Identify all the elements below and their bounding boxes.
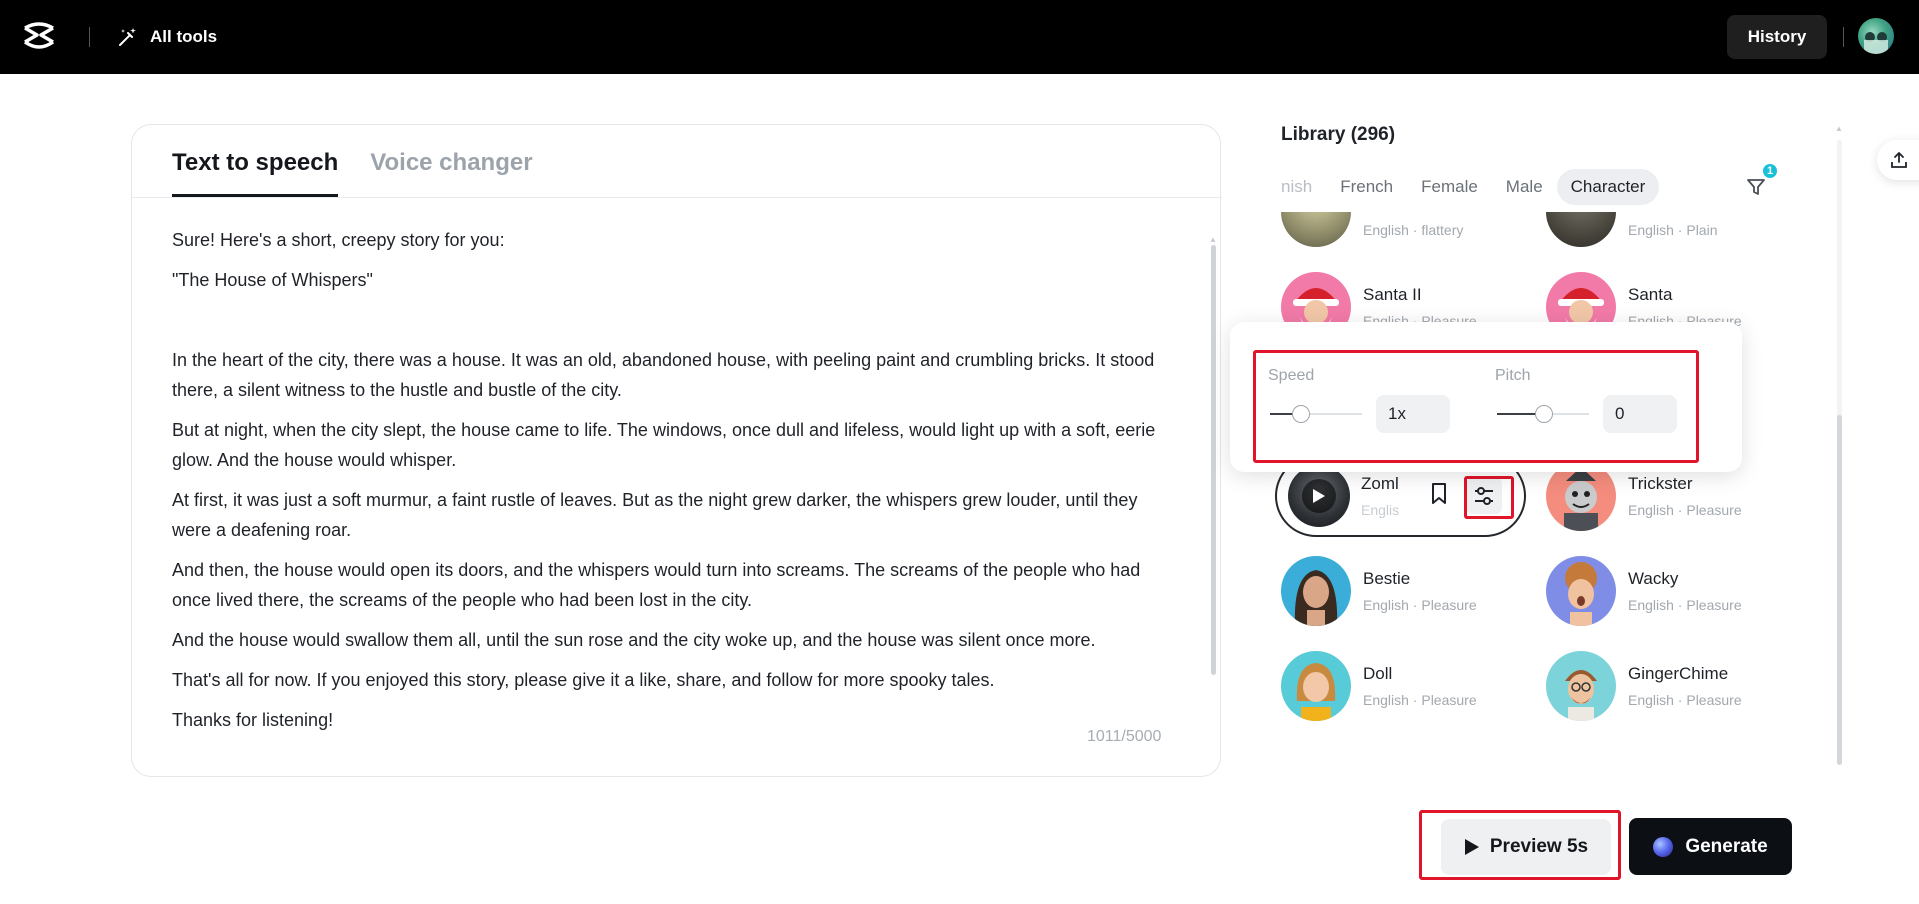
text-paragraph-blank — [172, 305, 1172, 335]
voice-card-wacky[interactable]: Wacky English · Pleasure — [1546, 556, 1742, 626]
voice-name: Trickster — [1628, 473, 1693, 493]
voice-avatar — [1281, 212, 1351, 247]
voice-meta: English · Pleasure — [1363, 691, 1477, 708]
filter-chip-spanish[interactable]: nish — [1281, 169, 1326, 205]
voice-filter-chips: nish French Female Male Character — [1281, 168, 1741, 206]
voice-name: Doll — [1363, 663, 1393, 683]
magic-wand-icon — [119, 28, 136, 46]
text-paragraph: But at night, when the city slept, the h… — [172, 420, 1156, 470]
voice-avatar — [1546, 651, 1616, 721]
voice-card-bestie[interactable]: Bestie English · Pleasure — [1281, 556, 1477, 626]
library-scrollbar-thumb[interactable] — [1837, 415, 1842, 765]
history-button[interactable]: History — [1727, 15, 1827, 59]
scrollbar-thumb[interactable] — [1211, 245, 1216, 675]
library-scroll-up-icon[interactable]: ▲ — [1835, 124, 1843, 133]
filter-chip-female[interactable]: Female — [1407, 169, 1492, 205]
voice-avatar — [1281, 556, 1351, 626]
library-title: Library (296) — [1281, 124, 1396, 145]
text-paragraph: "The House of Whispers" — [172, 270, 373, 290]
play-icon — [1313, 489, 1325, 503]
top-bar: All tools History — [0, 0, 1919, 74]
voice-avatar — [1288, 465, 1350, 527]
filter-funnel-icon[interactable] — [1745, 176, 1767, 198]
highlight-speed-pitch — [1253, 350, 1699, 463]
voice-card-gingerchime[interactable]: GingerChime English · Pleasure — [1546, 651, 1742, 721]
scroll-up-icon[interactable]: ▲ — [1209, 235, 1217, 244]
filter-count-badge: 1 — [1761, 162, 1779, 180]
voice-name: GingerChime — [1628, 663, 1729, 683]
side-upload-button[interactable] — [1877, 140, 1919, 180]
script-textarea[interactable]: Sure! Here's a short, creepy story for y… — [172, 225, 1172, 733]
text-paragraph: In the heart of the city, there was a ho… — [172, 350, 1155, 400]
filter-chip-male[interactable]: Male — [1492, 169, 1557, 205]
voice-name: Bestie — [1363, 568, 1411, 588]
editor-scrollbar[interactable]: ▲ — [1209, 235, 1217, 735]
filter-chip-french[interactable]: French — [1326, 169, 1407, 205]
user-avatar[interactable] — [1858, 18, 1894, 54]
topbar-divider — [89, 27, 90, 47]
all-tools-label: All tools — [150, 27, 218, 46]
voice-name: Zoml — [1361, 474, 1399, 493]
voice-card[interactable]: English · flattery — [1281, 212, 1463, 247]
voice-card[interactable]: English · Plain — [1546, 212, 1718, 247]
topbar-divider — [1843, 27, 1844, 47]
tab-text-to-speech[interactable]: Text to speech — [172, 125, 339, 197]
generate-label: Generate — [1685, 835, 1768, 857]
play-button[interactable] — [1302, 479, 1336, 513]
voice-meta: English · Pleasure — [1628, 501, 1742, 518]
voice-name: Santa — [1628, 284, 1673, 304]
voice-meta: English · Plain — [1628, 221, 1718, 238]
text-paragraph: And the house would swallow them all, un… — [172, 630, 1096, 650]
voice-row-partial: English · flattery English · Plain — [1281, 212, 1821, 252]
text-editor-panel: Text to speech Voice changer Sure! Here'… — [131, 124, 1222, 777]
text-paragraph: Thanks for listening! — [172, 710, 334, 730]
voice-meta: English · Pleasure — [1363, 596, 1477, 613]
text-paragraph: At first, it was just a soft murmur, a f… — [172, 490, 1138, 540]
voice-avatar — [1546, 556, 1616, 626]
character-counter: 1011/5000 — [1087, 728, 1162, 745]
highlight-settings-button — [1464, 476, 1514, 519]
bookmark-icon[interactable] — [1429, 482, 1449, 506]
generate-orb-icon — [1653, 836, 1674, 857]
generate-button[interactable]: Generate — [1629, 818, 1792, 875]
text-paragraph: Sure! Here's a short, creepy story for y… — [172, 230, 505, 250]
voice-avatar — [1546, 212, 1616, 247]
upload-icon — [1891, 151, 1907, 168]
editor-tabs: Text to speech Voice changer — [172, 125, 533, 197]
text-paragraph: And then, the house would open its doors… — [172, 560, 1141, 610]
voice-meta: Englis — [1361, 502, 1400, 518]
tabs-divider — [132, 197, 1222, 198]
voice-avatar — [1281, 651, 1351, 721]
highlight-preview-button — [1419, 810, 1621, 880]
voice-meta: English · Pleasure — [1628, 691, 1742, 708]
voice-card-doll[interactable]: Doll English · Pleasure — [1281, 651, 1477, 721]
voice-name: Santa II — [1363, 284, 1422, 304]
capcut-logo-icon[interactable] — [22, 22, 56, 52]
voice-meta: English · Pleasure — [1628, 596, 1742, 613]
all-tools-button[interactable]: All tools — [116, 24, 217, 50]
filter-chip-character[interactable]: Character — [1556, 169, 1660, 205]
voice-name: Wacky — [1628, 568, 1679, 588]
voice-meta: English · flattery — [1363, 221, 1464, 238]
tab-voice-changer[interactable]: Voice changer — [370, 125, 532, 197]
text-paragraph: That's all for now. If you enjoyed this … — [172, 670, 995, 690]
